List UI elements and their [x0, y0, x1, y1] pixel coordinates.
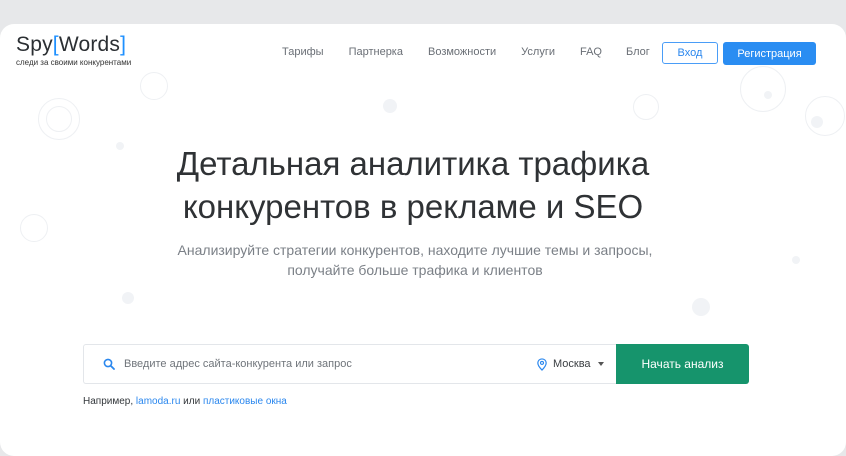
nav-item-blog[interactable]: Блог [626, 46, 650, 58]
hero-title: Детальная аналитика трафика конкурентов … [0, 142, 826, 228]
browser-page: Spy[Words] следи за своими конкурентами … [0, 24, 846, 456]
decorative-dot [383, 99, 397, 113]
nav-item-pricing[interactable]: Тарифы [282, 46, 324, 58]
caret-down-icon [597, 362, 604, 366]
region-label: Москва [553, 358, 591, 370]
main-nav: Тарифы Партнерка Возможности Услуги FAQ … [282, 46, 650, 58]
logo-wordmark: Spy[Words] [16, 34, 131, 55]
nav-item-services[interactable]: Услуги [521, 46, 555, 58]
hero-subtitle: Анализируйте стратегии конкурентов, нахо… [0, 240, 830, 280]
search-examples: Например, lamoda.ru или пластиковые окна [83, 396, 287, 407]
decorative-dot [811, 116, 823, 128]
nav-item-partners[interactable]: Партнерка [349, 46, 403, 58]
decorative-ring [805, 96, 845, 136]
hero-subtitle-line: Анализируйте стратегии конкурентов, нахо… [177, 242, 653, 258]
decorative-ring [740, 66, 786, 112]
nav-item-features[interactable]: Возможности [428, 46, 496, 58]
register-button[interactable]: Регистрация [723, 42, 816, 65]
decorative-dot [764, 91, 772, 99]
logo[interactable]: Spy[Words] следи за своими конкурентами [16, 34, 131, 67]
start-analysis-button[interactable]: Начать анализ [616, 344, 749, 384]
logo-bracket-close: ] [120, 33, 127, 56]
hero-subtitle-line: получайте больше трафика и клиентов [287, 262, 543, 278]
hero-title-line: Детальная аналитика трафика [176, 145, 650, 182]
example-link-lamoda[interactable]: lamoda.ru [136, 396, 180, 407]
location-pin-icon [537, 357, 547, 371]
decorative-ring [46, 106, 72, 132]
examples-separator: или [183, 396, 201, 407]
logo-text-spy: Spy [16, 33, 53, 56]
decorative-ring [140, 72, 168, 100]
search-icon [103, 358, 115, 370]
examples-prefix: Например, [83, 396, 134, 407]
decorative-dot [122, 292, 134, 304]
search-bar: Москва [83, 344, 617, 384]
decorative-dot [692, 298, 710, 316]
search-input[interactable] [124, 345, 484, 383]
logo-tagline: следи за своими конкурентами [16, 58, 132, 67]
logo-text-words: Words [58, 33, 121, 56]
nav-item-faq[interactable]: FAQ [580, 46, 602, 58]
login-button[interactable]: Вход [662, 42, 718, 64]
example-link-windows[interactable]: пластиковые окна [203, 396, 287, 407]
decorative-ring [633, 94, 659, 120]
hero-title-line: конкурентов в рекламе и SEO [182, 188, 644, 225]
region-select[interactable]: Москва [536, 345, 604, 383]
